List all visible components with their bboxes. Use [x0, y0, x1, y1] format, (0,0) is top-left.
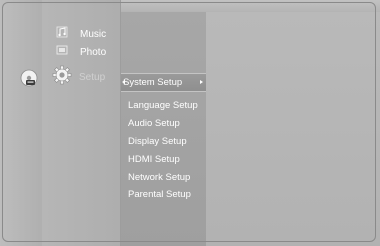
- content-panel: [206, 12, 380, 246]
- submenu-item-network-setup[interactable]: Network Setup: [128, 172, 190, 183]
- music-note-icon: [56, 25, 68, 43]
- main-menu-label-music: Music: [80, 28, 107, 40]
- setup-screen: Music Photo Setup System Setup Language …: [0, 0, 380, 246]
- main-menu-item-music[interactable]: Music: [56, 25, 107, 43]
- main-menu-item-setup[interactable]: Setup: [52, 65, 106, 90]
- submenu-label-system-setup: System Setup: [123, 77, 183, 88]
- submenu-item-parental-setup[interactable]: Parental Setup: [128, 189, 191, 200]
- main-menu-label-photo: Photo: [80, 46, 107, 58]
- submenu-item-language-setup[interactable]: Language Setup: [128, 100, 198, 111]
- disc-icon: [20, 69, 38, 92]
- photo-icon: [56, 43, 68, 61]
- main-menu-label-setup: Setup: [79, 71, 106, 83]
- submenu-item-hdmi-setup[interactable]: HDMI Setup: [128, 154, 180, 165]
- submenu-item-audio-setup[interactable]: Audio Setup: [128, 118, 180, 129]
- submenu-column: [121, 12, 206, 246]
- gear-icon: [52, 65, 72, 90]
- submenu-item-display-setup[interactable]: Display Setup: [128, 136, 187, 147]
- main-menu-item-photo[interactable]: Photo: [56, 45, 106, 59]
- arrow-right-icon: [200, 80, 203, 84]
- left-column: [0, 0, 43, 246]
